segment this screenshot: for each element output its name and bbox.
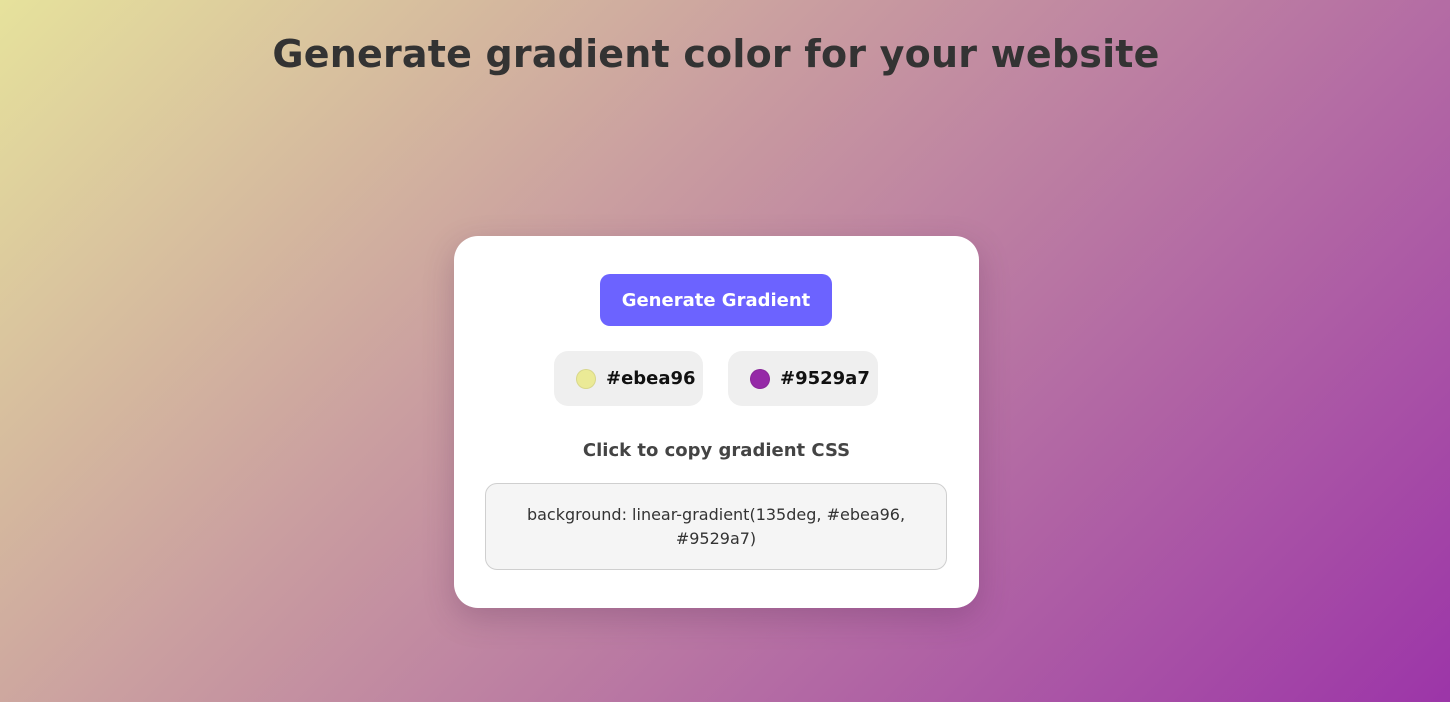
color-swatch-end xyxy=(750,368,770,389)
page-title: Generate gradient color for your website xyxy=(272,32,1160,76)
gradient-css-output[interactable]: background: linear-gradient(135deg, #ebe… xyxy=(485,483,947,570)
copy-instruction: Click to copy gradient CSS xyxy=(582,440,851,461)
color-hex-end: #9529a7 xyxy=(780,368,870,389)
color-chip-end[interactable]: #9529a7 xyxy=(728,351,878,406)
color-hex-start: #ebea96 xyxy=(606,368,696,389)
color-chip-start[interactable]: #ebea96 xyxy=(554,351,703,406)
generate-gradient-button[interactable]: Generate Gradient xyxy=(600,274,832,326)
gradient-card: Generate Gradient #ebea96 #9529a7 Click … xyxy=(454,236,979,608)
color-swatch-start xyxy=(576,368,596,389)
